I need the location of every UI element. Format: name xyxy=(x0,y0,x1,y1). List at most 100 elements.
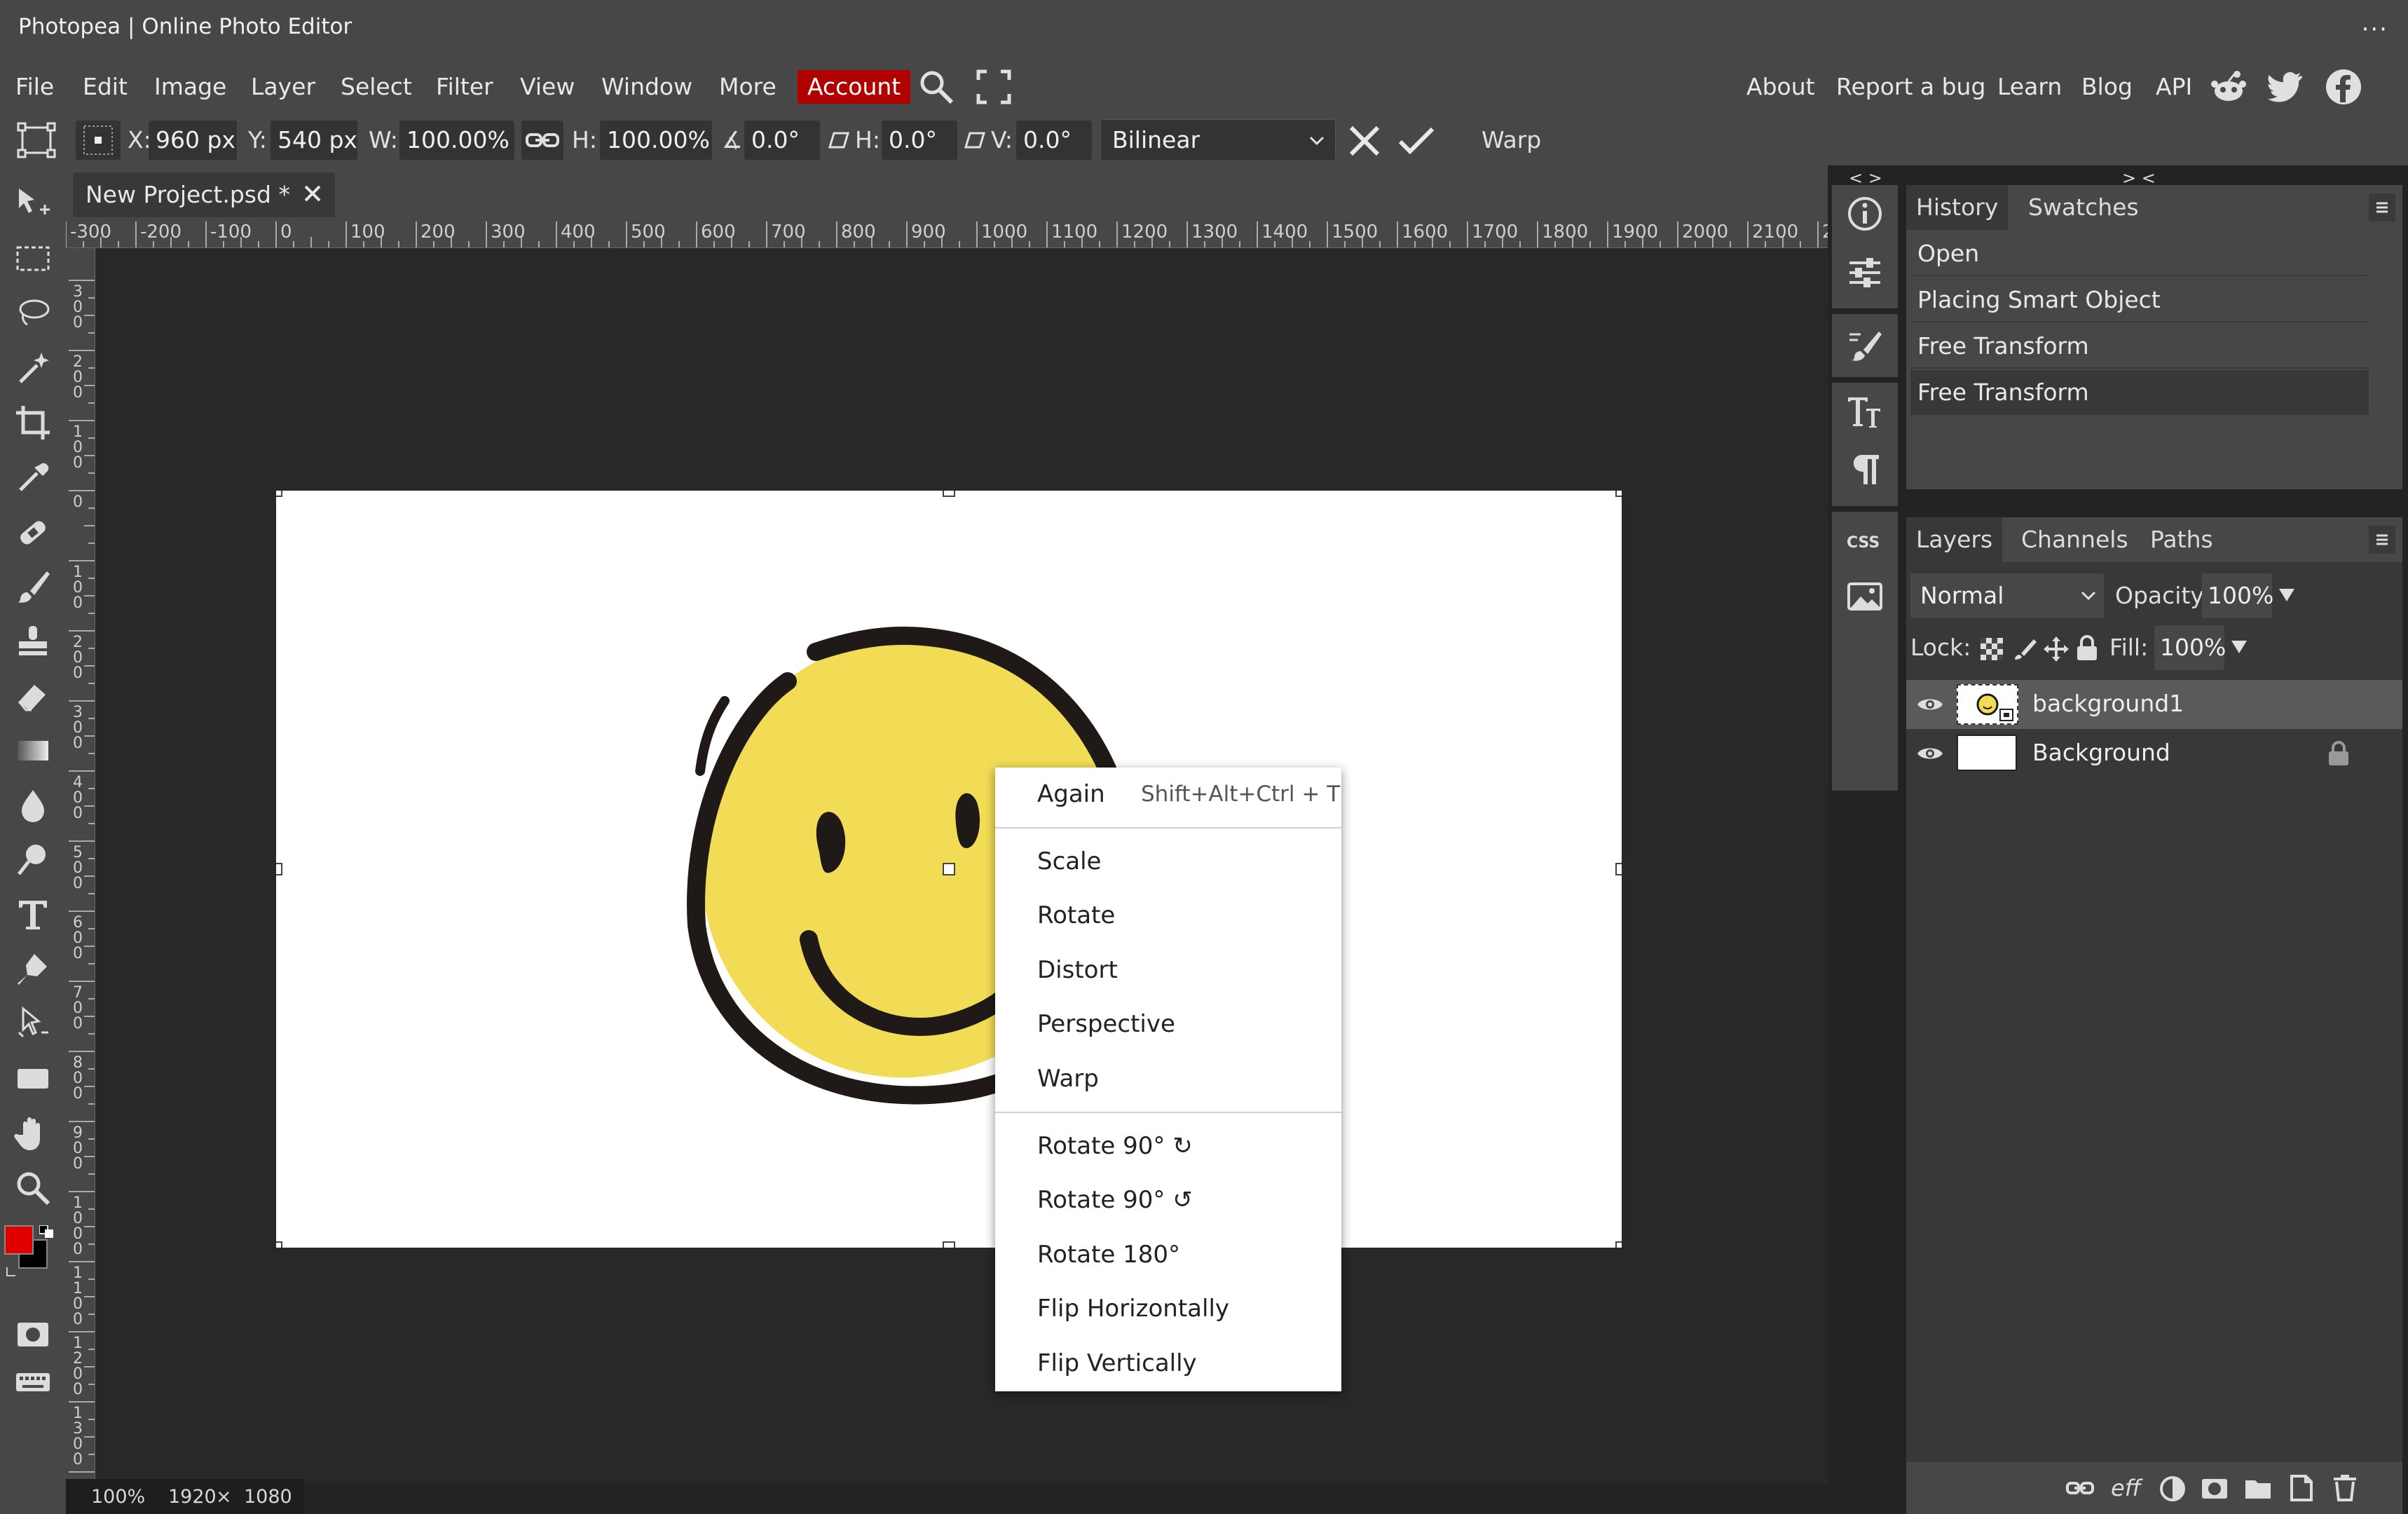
skew-v-field[interactable]: 0.0° xyxy=(1016,121,1092,160)
visibility-eye-icon[interactable] xyxy=(1916,743,1944,764)
layer-name[interactable]: Background xyxy=(2032,739,2170,766)
menu-item-rotate-90-cw[interactable]: Rotate 90° ↻ xyxy=(1037,1132,1193,1160)
height-field[interactable]: 100.00% xyxy=(600,121,712,160)
menu-item-again[interactable]: Again xyxy=(1037,780,1105,808)
close-icon[interactable] xyxy=(300,181,325,206)
x-field[interactable]: 960 px xyxy=(149,121,237,160)
character-icon[interactable] xyxy=(1845,391,1885,432)
history-item[interactable]: Free Transform xyxy=(1910,324,2369,369)
menu-account[interactable]: Account xyxy=(798,70,911,104)
lock-transparency-icon[interactable] xyxy=(1979,636,2004,662)
path-selection-tool-icon[interactable] xyxy=(10,1001,56,1047)
opacity-dropdown-icon[interactable] xyxy=(2278,586,2296,603)
new-group-icon[interactable] xyxy=(2244,1476,2272,1501)
menu-filter[interactable]: Filter xyxy=(436,70,493,104)
gradient-tool-icon[interactable] xyxy=(10,728,56,774)
layer-name[interactable]: background1 xyxy=(2032,690,2184,717)
tab-channels[interactable]: Channels xyxy=(2011,517,2138,562)
menu-item-rotate[interactable]: Rotate xyxy=(1037,901,1115,929)
cancel-transform-icon[interactable] xyxy=(1347,123,1382,158)
adjustment-layer-icon[interactable] xyxy=(2159,1475,2187,1503)
link-about[interactable]: About xyxy=(1746,70,1815,104)
brush-tool-icon[interactable] xyxy=(10,564,56,610)
visibility-eye-icon[interactable] xyxy=(1916,694,1944,715)
reddit-icon[interactable] xyxy=(2209,67,2248,107)
menu-more[interactable]: More xyxy=(719,70,777,104)
skew-h-field[interactable]: 0.0° xyxy=(882,121,957,160)
fill-dropdown-icon[interactable] xyxy=(2230,638,2248,655)
transform-handle-right[interactable] xyxy=(1615,863,1622,875)
twitter-icon[interactable] xyxy=(2268,69,2304,105)
angle-field[interactable]: 0.0° xyxy=(744,121,820,160)
crop-tool-icon[interactable] xyxy=(10,400,56,446)
magic-wand-tool-icon[interactable] xyxy=(10,345,56,391)
ruler-vertical[interactable]: 300 200 100 0 100 200 300 400 500 600 700 800 900 100… xyxy=(66,248,95,1483)
link-blog[interactable]: Blog xyxy=(2081,70,2133,104)
transform-handle-bottom[interactable] xyxy=(943,1241,955,1248)
link-aspect-icon[interactable] xyxy=(521,121,563,160)
transform-handle-top-right[interactable] xyxy=(1615,491,1622,497)
menu-file[interactable]: File xyxy=(15,70,54,104)
dodge-tool-icon[interactable] xyxy=(10,837,56,883)
menu-item-flip-horizontally[interactable]: Flip Horizontally xyxy=(1037,1295,1229,1323)
menu-item-perspective[interactable]: Perspective xyxy=(1037,1010,1175,1038)
transform-handle-top-left[interactable] xyxy=(276,491,282,497)
layers-panel-menu-icon[interactable] xyxy=(2369,526,2395,554)
eraser-tool-icon[interactable] xyxy=(10,673,56,719)
width-field[interactable]: 100.00% xyxy=(399,121,514,160)
search-icon[interactable] xyxy=(917,67,956,107)
blend-mode-select[interactable]: Normal xyxy=(1910,573,2104,618)
zoom-tool-icon[interactable] xyxy=(10,1165,56,1211)
transform-tool-icon[interactable] xyxy=(17,122,56,158)
history-item[interactable]: Placing Smart Object xyxy=(1910,278,2369,322)
tab-history[interactable]: History xyxy=(1906,185,2009,230)
document-canvas[interactable] xyxy=(276,491,1622,1248)
menu-window[interactable]: Window xyxy=(601,70,692,104)
default-colors-icon[interactable] xyxy=(39,1225,57,1238)
zoom-level[interactable]: 100% xyxy=(91,1486,145,1508)
css-icon[interactable]: CSS xyxy=(1845,521,1885,562)
blur-tool-icon[interactable] xyxy=(10,782,56,828)
menu-edit[interactable]: Edit xyxy=(83,70,128,104)
fullscreen-icon[interactable] xyxy=(976,69,1012,105)
history-item[interactable]: Open xyxy=(1910,231,2369,276)
hand-tool-icon[interactable] xyxy=(10,1110,56,1157)
menu-item-warp[interactable]: Warp xyxy=(1037,1065,1099,1093)
ruler-horizontal[interactable]: -300 -200 -100 0 100 200 300 400 500 600 700 800 900… xyxy=(66,219,1828,248)
menu-item-rotate-90-ccw[interactable]: Rotate 90° ↺ xyxy=(1037,1186,1193,1214)
facebook-icon[interactable] xyxy=(2324,67,2363,107)
lock-all-icon[interactable] xyxy=(2074,634,2100,662)
eyedropper-tool-icon[interactable] xyxy=(10,454,56,500)
layer-row[interactable]: Background xyxy=(1906,729,2402,778)
move-tool-icon[interactable] xyxy=(10,181,56,227)
new-layer-icon[interactable] xyxy=(2287,1473,2315,1503)
adjustments-icon[interactable] xyxy=(1845,252,1885,293)
delete-layer-icon[interactable] xyxy=(2331,1473,2359,1503)
keyboard-icon[interactable] xyxy=(10,1358,56,1405)
lock-position-icon[interactable] xyxy=(2042,635,2070,663)
layer-effects-icon[interactable]: eff xyxy=(2111,1475,2141,1501)
transform-handle-top[interactable] xyxy=(943,491,955,497)
interpolation-select[interactable]: Bilinear xyxy=(1100,119,1336,161)
menu-item-flip-vertically[interactable]: Flip Vertically xyxy=(1037,1349,1197,1377)
lock-pixels-icon[interactable] xyxy=(2011,636,2037,662)
lock-icon[interactable] xyxy=(2327,740,2351,767)
rectangle-tool-icon[interactable] xyxy=(10,1056,56,1102)
menu-layer[interactable]: Layer xyxy=(251,70,315,104)
swap-colors-icon[interactable] xyxy=(4,1263,20,1278)
clone-stamp-tool-icon[interactable] xyxy=(10,618,56,664)
transform-handle-bottom-right[interactable] xyxy=(1615,1241,1622,1248)
tab-swatches[interactable]: Swatches xyxy=(2018,185,2149,230)
menu-item-distort[interactable]: Distort xyxy=(1037,956,1118,984)
document-tab[interactable]: New Project.psd * xyxy=(73,172,335,217)
paragraph-icon[interactable] xyxy=(1845,449,1885,489)
opacity-field[interactable]: 100% xyxy=(2202,573,2273,618)
link-learn[interactable]: Learn xyxy=(1997,70,2062,104)
commit-transform-icon[interactable] xyxy=(1397,125,1435,157)
brush-settings-icon[interactable] xyxy=(1845,325,1885,366)
fill-field[interactable]: 100% xyxy=(2154,625,2226,670)
transform-handle-center[interactable] xyxy=(943,863,955,875)
layer-row[interactable]: background1 xyxy=(1906,680,2402,729)
more-options-icon[interactable]: ··· xyxy=(2362,15,2388,43)
reference-point-icon[interactable] xyxy=(76,121,121,160)
